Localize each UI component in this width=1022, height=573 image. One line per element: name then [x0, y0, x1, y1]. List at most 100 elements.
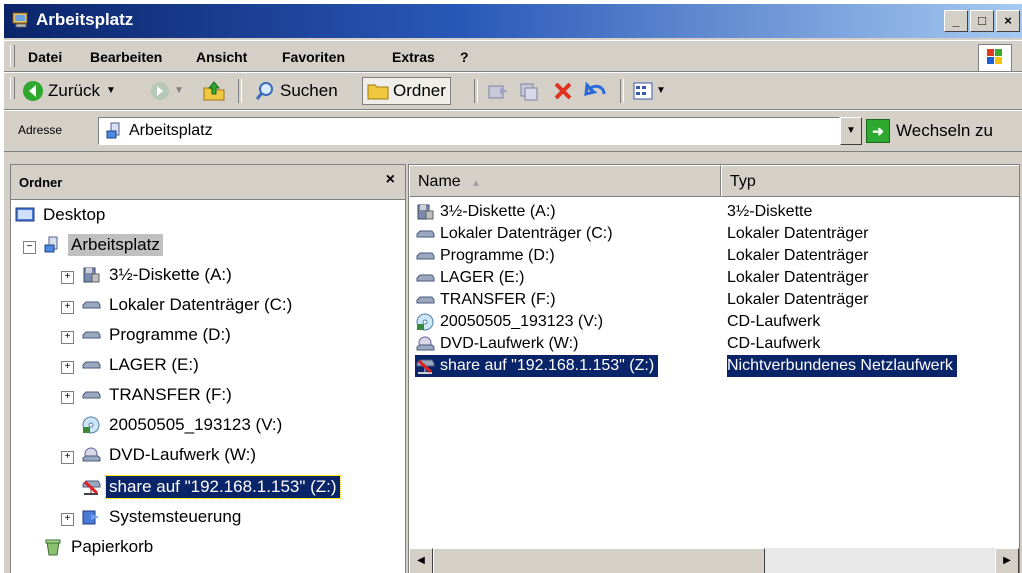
list-item[interactable]: 3½-Diskette (A:) 3½-Diskette	[409, 201, 1019, 223]
expand-toggle[interactable]: +	[61, 301, 74, 314]
go-label: Wechseln zu	[896, 121, 994, 140]
folders-button[interactable]: Ordner	[362, 77, 451, 105]
folders-label: Ordner	[393, 81, 446, 100]
search-button[interactable]: Suchen	[254, 77, 338, 105]
folders-pane: Ordner × Desktop − Arbeitsplatz + 3½-Dis…	[10, 164, 406, 573]
tree-item-floppy[interactable]: 3½-Diskette (A:)	[81, 261, 235, 289]
back-dropdown-icon[interactable]: ▼	[106, 77, 116, 105]
menu-datei[interactable]: Datei	[28, 49, 62, 65]
toolbar-grip	[10, 77, 15, 99]
toolbar-separator	[474, 79, 478, 103]
file-list-pane: Name ▲ Typ 3½-Diskette (A:) 3½-Diskette …	[408, 164, 1020, 573]
list-item[interactable]: Programme (D:) Lokaler Datenträger	[409, 245, 1019, 267]
scroll-right-button[interactable]: ▶	[995, 548, 1019, 573]
tree-item-drive-e[interactable]: LAGER (E:)	[81, 351, 202, 379]
folder-up-icon	[203, 81, 225, 101]
list-item-name: share auf "192.168.1.153" (Z:)	[440, 357, 655, 374]
list-item-name: Programme (D:)	[440, 247, 555, 264]
list-item[interactable]: LAGER (E:) Lokaler Datenträger	[409, 267, 1019, 289]
scroll-thumb[interactable]	[433, 548, 765, 573]
tree-item-arbeitsplatz[interactable]: Arbeitsplatz	[43, 231, 163, 259]
tree-item-drive-v[interactable]: 20050505_193123 (V:)	[81, 411, 285, 439]
tree-item-control-panel[interactable]: Systemsteuerung	[81, 503, 244, 531]
menu-help[interactable]: ?	[460, 49, 469, 65]
hard-drive-icon	[82, 331, 101, 339]
collapse-toggle[interactable]: −	[23, 241, 36, 254]
column-header-name[interactable]: Name ▲	[409, 165, 721, 197]
network-drive-icon	[416, 359, 435, 374]
cd-icon	[416, 313, 434, 331]
close-pane-icon[interactable]: ×	[386, 171, 395, 189]
tree-item-drive-f[interactable]: TRANSFER (F:)	[81, 381, 235, 409]
expand-toggle[interactable]: +	[61, 451, 74, 464]
address-dropdown-button[interactable]: ▼	[840, 117, 862, 145]
list-item[interactable]: 20050505_193123 (V:) CD-Laufwerk	[409, 311, 1019, 333]
expand-toggle[interactable]: +	[61, 271, 74, 284]
menu-bearbeiten[interactable]: Bearbeiten	[90, 49, 162, 65]
list-item-type: Lokaler Datenträger	[727, 225, 869, 242]
scroll-left-button[interactable]: ◀	[409, 548, 433, 573]
menu-ansicht[interactable]: Ansicht	[196, 49, 247, 65]
title-bar: Arbeitsplatz _ □ ×	[4, 4, 1022, 38]
tree-item-label: Lokaler Datenträger (C:)	[109, 295, 293, 314]
computer-icon	[12, 12, 28, 28]
tree-item-label: LAGER (E:)	[109, 355, 199, 374]
list-item-type: CD-Laufwerk	[727, 335, 821, 352]
list-item-type: CD-Laufwerk	[727, 313, 821, 330]
tree-item-drive-c[interactable]: Lokaler Datenträger (C:)	[81, 291, 295, 319]
forward-dropdown-icon[interactable]: ▼	[174, 77, 184, 105]
tree-item-drive-d[interactable]: Programme (D:)	[81, 321, 234, 349]
copy-to-button[interactable]	[518, 77, 542, 105]
move-to-button[interactable]	[486, 77, 510, 105]
expand-toggle[interactable]: +	[61, 361, 74, 374]
folders-pane-title: Ordner	[19, 175, 63, 190]
menu-extras[interactable]: Extras	[392, 49, 435, 65]
list-item-selected[interactable]: share auf "192.168.1.153" (Z:) Nichtverb…	[409, 355, 1019, 377]
search-icon	[255, 82, 273, 100]
hard-drive-icon	[82, 361, 101, 369]
tree-item-drive-z[interactable]: share auf "192.168.1.153" (Z:)	[81, 473, 341, 501]
undo-button[interactable]	[584, 77, 608, 105]
sort-ascending-icon: ▲	[471, 178, 482, 189]
tree-item-label: Systemsteuerung	[109, 507, 242, 526]
dvd-icon	[416, 336, 435, 351]
list-item[interactable]: TRANSFER (F:) Lokaler Datenträger	[409, 289, 1019, 311]
column-header-label: Typ	[730, 173, 756, 190]
minimize-button[interactable]: _	[944, 10, 968, 32]
back-button[interactable]: Zurück ▼	[22, 77, 116, 105]
copy-to-icon	[520, 83, 538, 101]
tree-item-desktop[interactable]: Desktop	[15, 201, 108, 229]
maximize-button[interactable]: □	[970, 10, 994, 32]
column-header-type[interactable]: Typ	[721, 165, 1019, 197]
list-item-type: 3½-Diskette	[727, 203, 813, 220]
address-label: Adresse	[18, 123, 63, 137]
list-item[interactable]: Lokaler Datenträger (C:) Lokaler Datentr…	[409, 223, 1019, 245]
cd-icon	[82, 416, 100, 434]
forward-button[interactable]: ▼	[150, 77, 184, 105]
menubar-grip	[10, 45, 15, 67]
back-arrow-icon	[23, 81, 43, 101]
expand-toggle[interactable]: +	[61, 331, 74, 344]
folders-pane-header: Ordner ×	[11, 165, 405, 200]
tree-item-label: TRANSFER (F:)	[109, 385, 232, 404]
list-item-type: Nichtverbundenes Netzlaufwerk	[727, 355, 957, 377]
expand-toggle[interactable]: +	[61, 513, 74, 526]
delete-button[interactable]	[552, 77, 574, 105]
views-button[interactable]: ▼	[632, 77, 666, 105]
tree-item-recycle-bin[interactable]: Papierkorb	[43, 533, 156, 561]
list-item[interactable]: DVD-Laufwerk (W:) CD-Laufwerk	[409, 333, 1019, 355]
horizontal-scrollbar[interactable]: ◀ ▶	[409, 548, 1019, 573]
menu-favoriten[interactable]: Favoriten	[282, 49, 345, 65]
hard-drive-icon	[82, 391, 101, 399]
up-button[interactable]	[202, 77, 226, 105]
expand-toggle[interactable]: +	[61, 391, 74, 404]
tree-item-drive-w[interactable]: DVD-Laufwerk (W:)	[81, 441, 259, 469]
computer-icon	[44, 236, 58, 253]
hard-drive-icon	[416, 252, 435, 260]
views-dropdown-icon[interactable]: ▼	[656, 77, 666, 105]
address-field[interactable]: Arbeitsplatz	[98, 117, 840, 145]
close-button[interactable]: ×	[996, 10, 1020, 32]
back-label: Zurück	[48, 81, 100, 100]
move-to-icon	[488, 85, 508, 99]
go-button[interactable]: ➜ Wechseln zu	[866, 117, 993, 145]
